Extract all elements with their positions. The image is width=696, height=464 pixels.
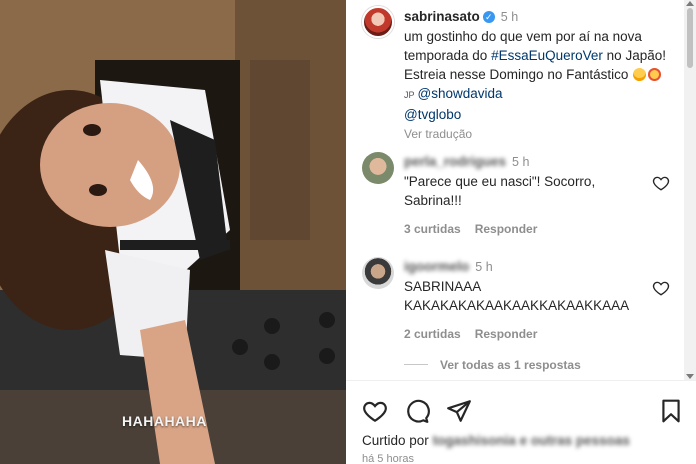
comment-body: perla_rodrigues 5 h "Parece que eu nasci"…: [404, 152, 644, 239]
post-age: há 5 horas: [362, 453, 414, 464]
comment-time: 5 h: [512, 155, 530, 169]
post-photo: [0, 0, 346, 464]
liked-by-names[interactable]: togashisonia e outras pessoas: [433, 433, 630, 448]
view-replies-link[interactable]: Ver todas as 1 respostas: [404, 358, 581, 372]
post-time: 5 h: [500, 10, 519, 24]
comments-scroll-area[interactable]: sabrinasato ✓ 5 h um gostinho do que vem p…: [346, 0, 684, 380]
heart-icon[interactable]: [362, 398, 388, 424]
scrollbar[interactable]: [684, 0, 696, 380]
bookmark-icon[interactable]: [658, 398, 684, 424]
avatar[interactable]: [362, 6, 394, 38]
laughing-emoji-icon: [633, 68, 647, 81]
post-actions-bar: [362, 398, 682, 424]
hashtag-link[interactable]: #EssaEuQueroVer: [491, 48, 603, 63]
comment-meta: 2 curtidas Responder: [404, 325, 644, 344]
comment-text: SABRINAAA KAKAKAKAKAAKAAKKAKAAKKAAA: [404, 279, 630, 313]
scroll-down-icon[interactable]: [686, 374, 694, 379]
liked-by-prefix: Curtido por: [362, 433, 429, 448]
divider: [346, 380, 696, 381]
caption-text: sabrinasato ✓ 5 h um gostinho do que vem p…: [404, 7, 674, 144]
heart-icon[interactable]: [652, 279, 670, 297]
avatar[interactable]: [362, 152, 394, 184]
comment-icon[interactable]: [404, 398, 430, 424]
comment-likes[interactable]: 3 curtidas: [404, 222, 461, 236]
heart-eyes-emoji-icon: [648, 68, 662, 81]
avatar[interactable]: [362, 257, 394, 289]
reply-button[interactable]: Responder: [475, 327, 538, 341]
reply-button[interactable]: Responder: [475, 222, 538, 236]
post-username[interactable]: sabrinasato: [404, 9, 480, 24]
comment-meta: 3 curtidas Responder: [404, 220, 644, 239]
scroll-up-icon[interactable]: [686, 1, 694, 6]
post-media[interactable]: HAHAHAHA: [0, 0, 346, 464]
liked-by-text[interactable]: Curtido por togashisonia e outras pessoa…: [362, 433, 630, 448]
mention-link[interactable]: @tvglobo: [404, 107, 461, 122]
heart-icon[interactable]: [652, 174, 670, 192]
share-icon[interactable]: [446, 398, 472, 424]
media-overlay-text: HAHAHAHA: [122, 413, 207, 429]
post-side-panel: sabrinasato ✓ 5 h um gostinho do que vem p…: [346, 0, 696, 464]
comment-username[interactable]: perla_rodrigues: [404, 154, 506, 169]
comment-body: igoormelo 5 h SABRINAAA KAKAKAKAKAAKAAKKA…: [404, 257, 644, 344]
comment-likes[interactable]: 2 curtidas: [404, 327, 461, 341]
scrollbar-thumb[interactable]: [687, 8, 693, 68]
verified-icon: ✓: [482, 11, 495, 23]
jp-flag-label: JP: [404, 90, 415, 100]
comment-username[interactable]: igoormelo: [404, 259, 469, 274]
comment-text: "Parece que eu nasci"! Socorro, Sabrina!…: [404, 174, 596, 208]
translate-link[interactable]: Ver tradução: [404, 127, 472, 141]
comment-time: 5 h: [475, 260, 493, 274]
mention-link[interactable]: @showdavida: [418, 86, 503, 101]
